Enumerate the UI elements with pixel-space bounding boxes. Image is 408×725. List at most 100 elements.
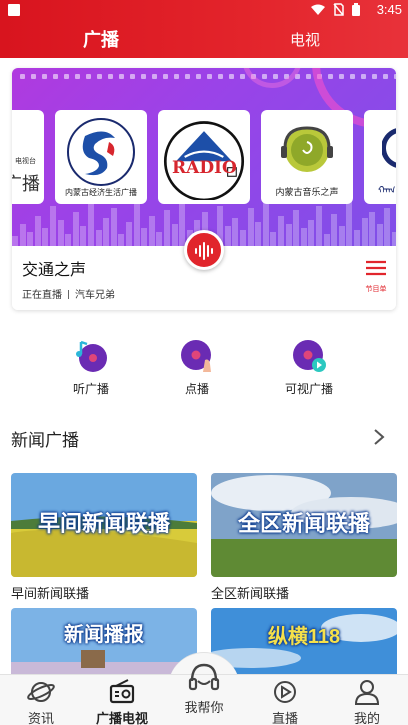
nav-radio-tv-label: 广播电视	[95, 711, 148, 725]
equalizer-bar	[316, 206, 322, 246]
listen-radio-button[interactable]: 听广播	[51, 338, 131, 397]
equalizer-bar	[224, 226, 231, 246]
on-demand-button[interactable]: 点播	[157, 338, 237, 397]
nav-help[interactable]: 我帮你	[164, 661, 244, 716]
equalizer-bar	[126, 222, 132, 246]
visual-radio-button[interactable]: 可视广播	[269, 338, 349, 397]
equalizer-bar	[88, 202, 94, 246]
equalizer-bar	[270, 232, 277, 246]
bottom-nav: 资讯 广播电视 我帮你 直播 我的	[0, 663, 408, 725]
station-card[interactable]: 内蒙古音乐之声	[261, 110, 353, 204]
tab-tv[interactable]: 电视	[290, 29, 320, 50]
equalizer-bar	[80, 226, 87, 246]
nav-profile[interactable]: 我的	[327, 679, 407, 725]
equalizer-bar	[361, 218, 368, 246]
soundwave-icon	[195, 242, 213, 260]
station-card[interactable]: ᠬᠠᠭ	[364, 110, 396, 204]
decor-arc	[242, 68, 302, 88]
program-name: 汽车兄弟	[75, 290, 115, 301]
station-partial-script: ᠬᠠᠭ	[378, 185, 396, 196]
equalizer-bar	[164, 210, 170, 246]
equalizer-bar	[240, 230, 246, 246]
equalizer-bar	[323, 234, 330, 246]
equalizer-bar	[262, 202, 269, 246]
chevron-right-icon[interactable]	[372, 428, 386, 446]
listen-radio-label: 听广播	[72, 382, 109, 396]
now-playing-title: 交通之声	[22, 262, 87, 279]
equalizer-bar	[12, 236, 18, 246]
station-partial-small: 电视台	[15, 158, 36, 165]
station-card[interactable]: 广播 电视台	[12, 110, 44, 204]
battery-icon	[352, 3, 360, 16]
equalizer-bar	[34, 216, 41, 246]
program-caption[interactable]: 全区新闻联播	[211, 583, 289, 602]
equalizer-bar	[118, 234, 125, 246]
equalizer-bar	[50, 206, 56, 246]
equalizer-bar	[300, 228, 307, 246]
station-label: 内蒙古经济生活广播	[65, 188, 137, 197]
equalizer-bar	[19, 224, 26, 246]
nav-news[interactable]: 资讯	[1, 679, 81, 725]
status-time: 3:45	[376, 2, 402, 17]
program-caption[interactable]: 早间新闻联播	[11, 583, 89, 602]
program-card[interactable]: 全区新闻联播	[211, 473, 397, 577]
thumbnail-title: 新闻播报	[64, 624, 144, 646]
equalizer-bar	[95, 230, 102, 246]
wifi-icon	[311, 4, 325, 15]
station-carousel[interactable]: 广播 电视台 内蒙古经济生活广播 RADIO 内蒙古音乐之声 ᠬᠠᠭ	[12, 68, 396, 246]
equalizer-bar	[285, 224, 292, 246]
equalizer-bar	[369, 212, 376, 246]
nav-profile-label: 我的	[353, 711, 380, 725]
headset-icon	[187, 661, 221, 695]
list-icon	[366, 260, 386, 276]
equalizer-bar	[133, 200, 140, 246]
equalizer-bar	[308, 220, 315, 246]
play-circle-icon	[271, 679, 299, 705]
program-card[interactable]: 早间新闻联播	[11, 473, 197, 577]
tab-broadcast[interactable]: 广播	[83, 26, 119, 52]
station-card[interactable]: RADIO	[158, 110, 250, 204]
equalizer-bar	[376, 224, 383, 246]
nav-news-label: 资讯	[27, 711, 54, 725]
live-radio-card: 广播 电视台 内蒙古经济生活广播 RADIO 内蒙古音乐之声 ᠬᠠᠭ 交通之声 …	[12, 68, 396, 310]
equalizer-bar	[57, 220, 64, 246]
radio-icon	[108, 679, 136, 705]
live-status: 正在直播	[22, 290, 62, 301]
equalizer-bar	[293, 210, 300, 246]
equalizer-bar	[65, 234, 72, 246]
equalizer-bar	[232, 218, 239, 246]
play-button[interactable]	[184, 230, 224, 270]
music-radio-logo	[281, 126, 333, 172]
equalizer-bar	[27, 232, 34, 246]
music-disc-icon	[73, 338, 109, 374]
station-card[interactable]: 内蒙古经济生活广播	[55, 110, 147, 204]
disc-play-icon	[291, 338, 327, 374]
equalizer-bar	[278, 216, 284, 246]
equalizer-bar	[103, 218, 110, 246]
notification-icon	[8, 4, 20, 16]
equalizer-bar	[331, 214, 338, 246]
program-list-button[interactable]: 节目单	[362, 258, 390, 294]
radio-logo-text: RADIO	[172, 158, 237, 178]
equalizer-bar	[171, 224, 178, 246]
station-label: 内蒙古音乐之声	[275, 187, 339, 197]
equalizer-bar	[354, 230, 360, 246]
status-bar: 3:45	[0, 0, 408, 20]
equalizer-bar	[392, 232, 396, 246]
on-demand-label: 点播	[184, 382, 209, 396]
disc-tap-icon	[179, 338, 215, 374]
equalizer-bar	[179, 204, 186, 246]
program-list-label: 节目单	[365, 286, 387, 293]
planet-icon	[27, 679, 55, 705]
nav-live[interactable]: 直播	[245, 679, 325, 725]
station-partial-logo	[382, 128, 396, 168]
no-sim-icon	[333, 3, 344, 16]
thumbnail-title: 全区新闻联播	[237, 511, 370, 536]
user-icon	[353, 679, 381, 705]
now-playing-status: 正在直播 汽车兄弟	[22, 286, 115, 301]
equalizer-bar	[72, 212, 79, 246]
nav-help-label: 我帮你	[184, 700, 224, 715]
equalizer-bar	[255, 222, 262, 246]
equalizer-bar	[148, 216, 155, 246]
nav-radio-tv[interactable]: 广播电视	[82, 679, 162, 725]
